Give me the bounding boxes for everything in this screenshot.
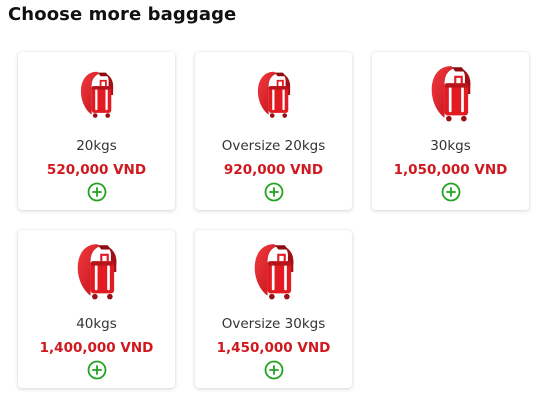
baggage-option-price: 920,000 VND (223, 162, 324, 178)
baggage-option-label: Oversize 20kgs (221, 138, 326, 154)
baggage-option-oversize-30kgs[interactable]: Oversize 30kgs 1,450,000 VND (195, 230, 352, 388)
baggage-options-grid: 20kgs 520,000 VND Oversize 20kgs 920,000… (18, 52, 529, 388)
baggage-option-price: 1,050,000 VND (393, 162, 508, 178)
suitcase-icon (429, 64, 473, 124)
baggage-option-price: 1,400,000 VND (39, 340, 154, 356)
baggage-option-oversize-20kgs[interactable]: Oversize 20kgs 920,000 VND (195, 52, 352, 210)
suitcase-icon (252, 242, 296, 302)
baggage-option-price: 1,450,000 VND (216, 340, 331, 356)
baggage-option-label: Oversize 30kgs (221, 316, 326, 332)
baggage-option-20kgs[interactable]: 20kgs 520,000 VND (18, 52, 175, 210)
add-circle-icon[interactable] (264, 182, 284, 202)
suitcase-icon (256, 70, 292, 120)
add-circle-icon[interactable] (87, 360, 107, 380)
baggage-option-40kgs[interactable]: 40kgs 1,400,000 VND (18, 230, 175, 388)
suitcase-icon (79, 70, 115, 120)
add-circle-icon[interactable] (441, 182, 461, 202)
page-title: Choose more baggage (8, 4, 237, 25)
baggage-option-label: 40kgs (76, 316, 117, 332)
suitcase-icon (75, 242, 119, 302)
add-circle-icon[interactable] (87, 182, 107, 202)
baggage-option-price: 520,000 VND (46, 162, 147, 178)
baggage-option-label: 20kgs (76, 138, 117, 154)
baggage-option-30kgs[interactable]: 30kgs 1,050,000 VND (372, 52, 529, 210)
baggage-option-label: 30kgs (430, 138, 471, 154)
add-circle-icon[interactable] (264, 360, 284, 380)
